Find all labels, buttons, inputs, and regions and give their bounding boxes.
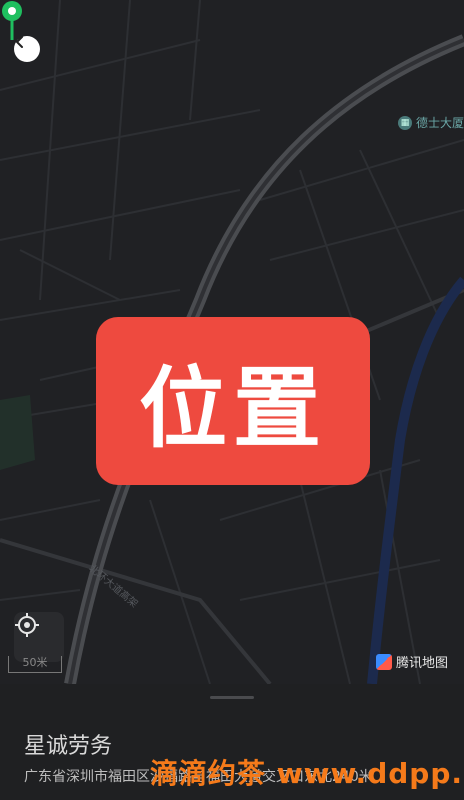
watermark: 滴滴约茶 www.ddpp.info (150, 757, 464, 790)
poi-marker[interactable]: ▦ 德士大厦 (397, 114, 464, 131)
location-banner-text: 位置 (138, 356, 327, 460)
app-screen: ▦ 德士大厦 位置 北环大道高架 50米 腾讯地图 星诚劳务 广东省深圳市福田区… (0, 0, 464, 800)
location-banner: 位置 (96, 317, 370, 485)
map-scale: 50米 (8, 656, 62, 673)
map-view[interactable]: ▦ 德士大厦 位置 北环大道高架 50米 腾讯地图 (0, 0, 464, 684)
place-name: 星诚劳务 (24, 734, 113, 759)
building-icon: ▦ (397, 115, 412, 130)
poi-label: 德士大厦 (415, 116, 464, 130)
locate-icon (15, 613, 39, 637)
tencent-map-logo (376, 653, 392, 670)
map-pin-icon (2, 1, 22, 40)
map-brand: 腾讯地图 (376, 652, 448, 671)
drag-handle[interactable] (210, 696, 254, 699)
locate-button[interactable] (14, 612, 64, 662)
location-sheet[interactable]: 星诚劳务 广东省深圳市福田区沙福路与福田大道交叉口东北240米 滴滴约茶 www… (0, 684, 464, 800)
brand-label: 腾讯地图 (396, 656, 449, 671)
